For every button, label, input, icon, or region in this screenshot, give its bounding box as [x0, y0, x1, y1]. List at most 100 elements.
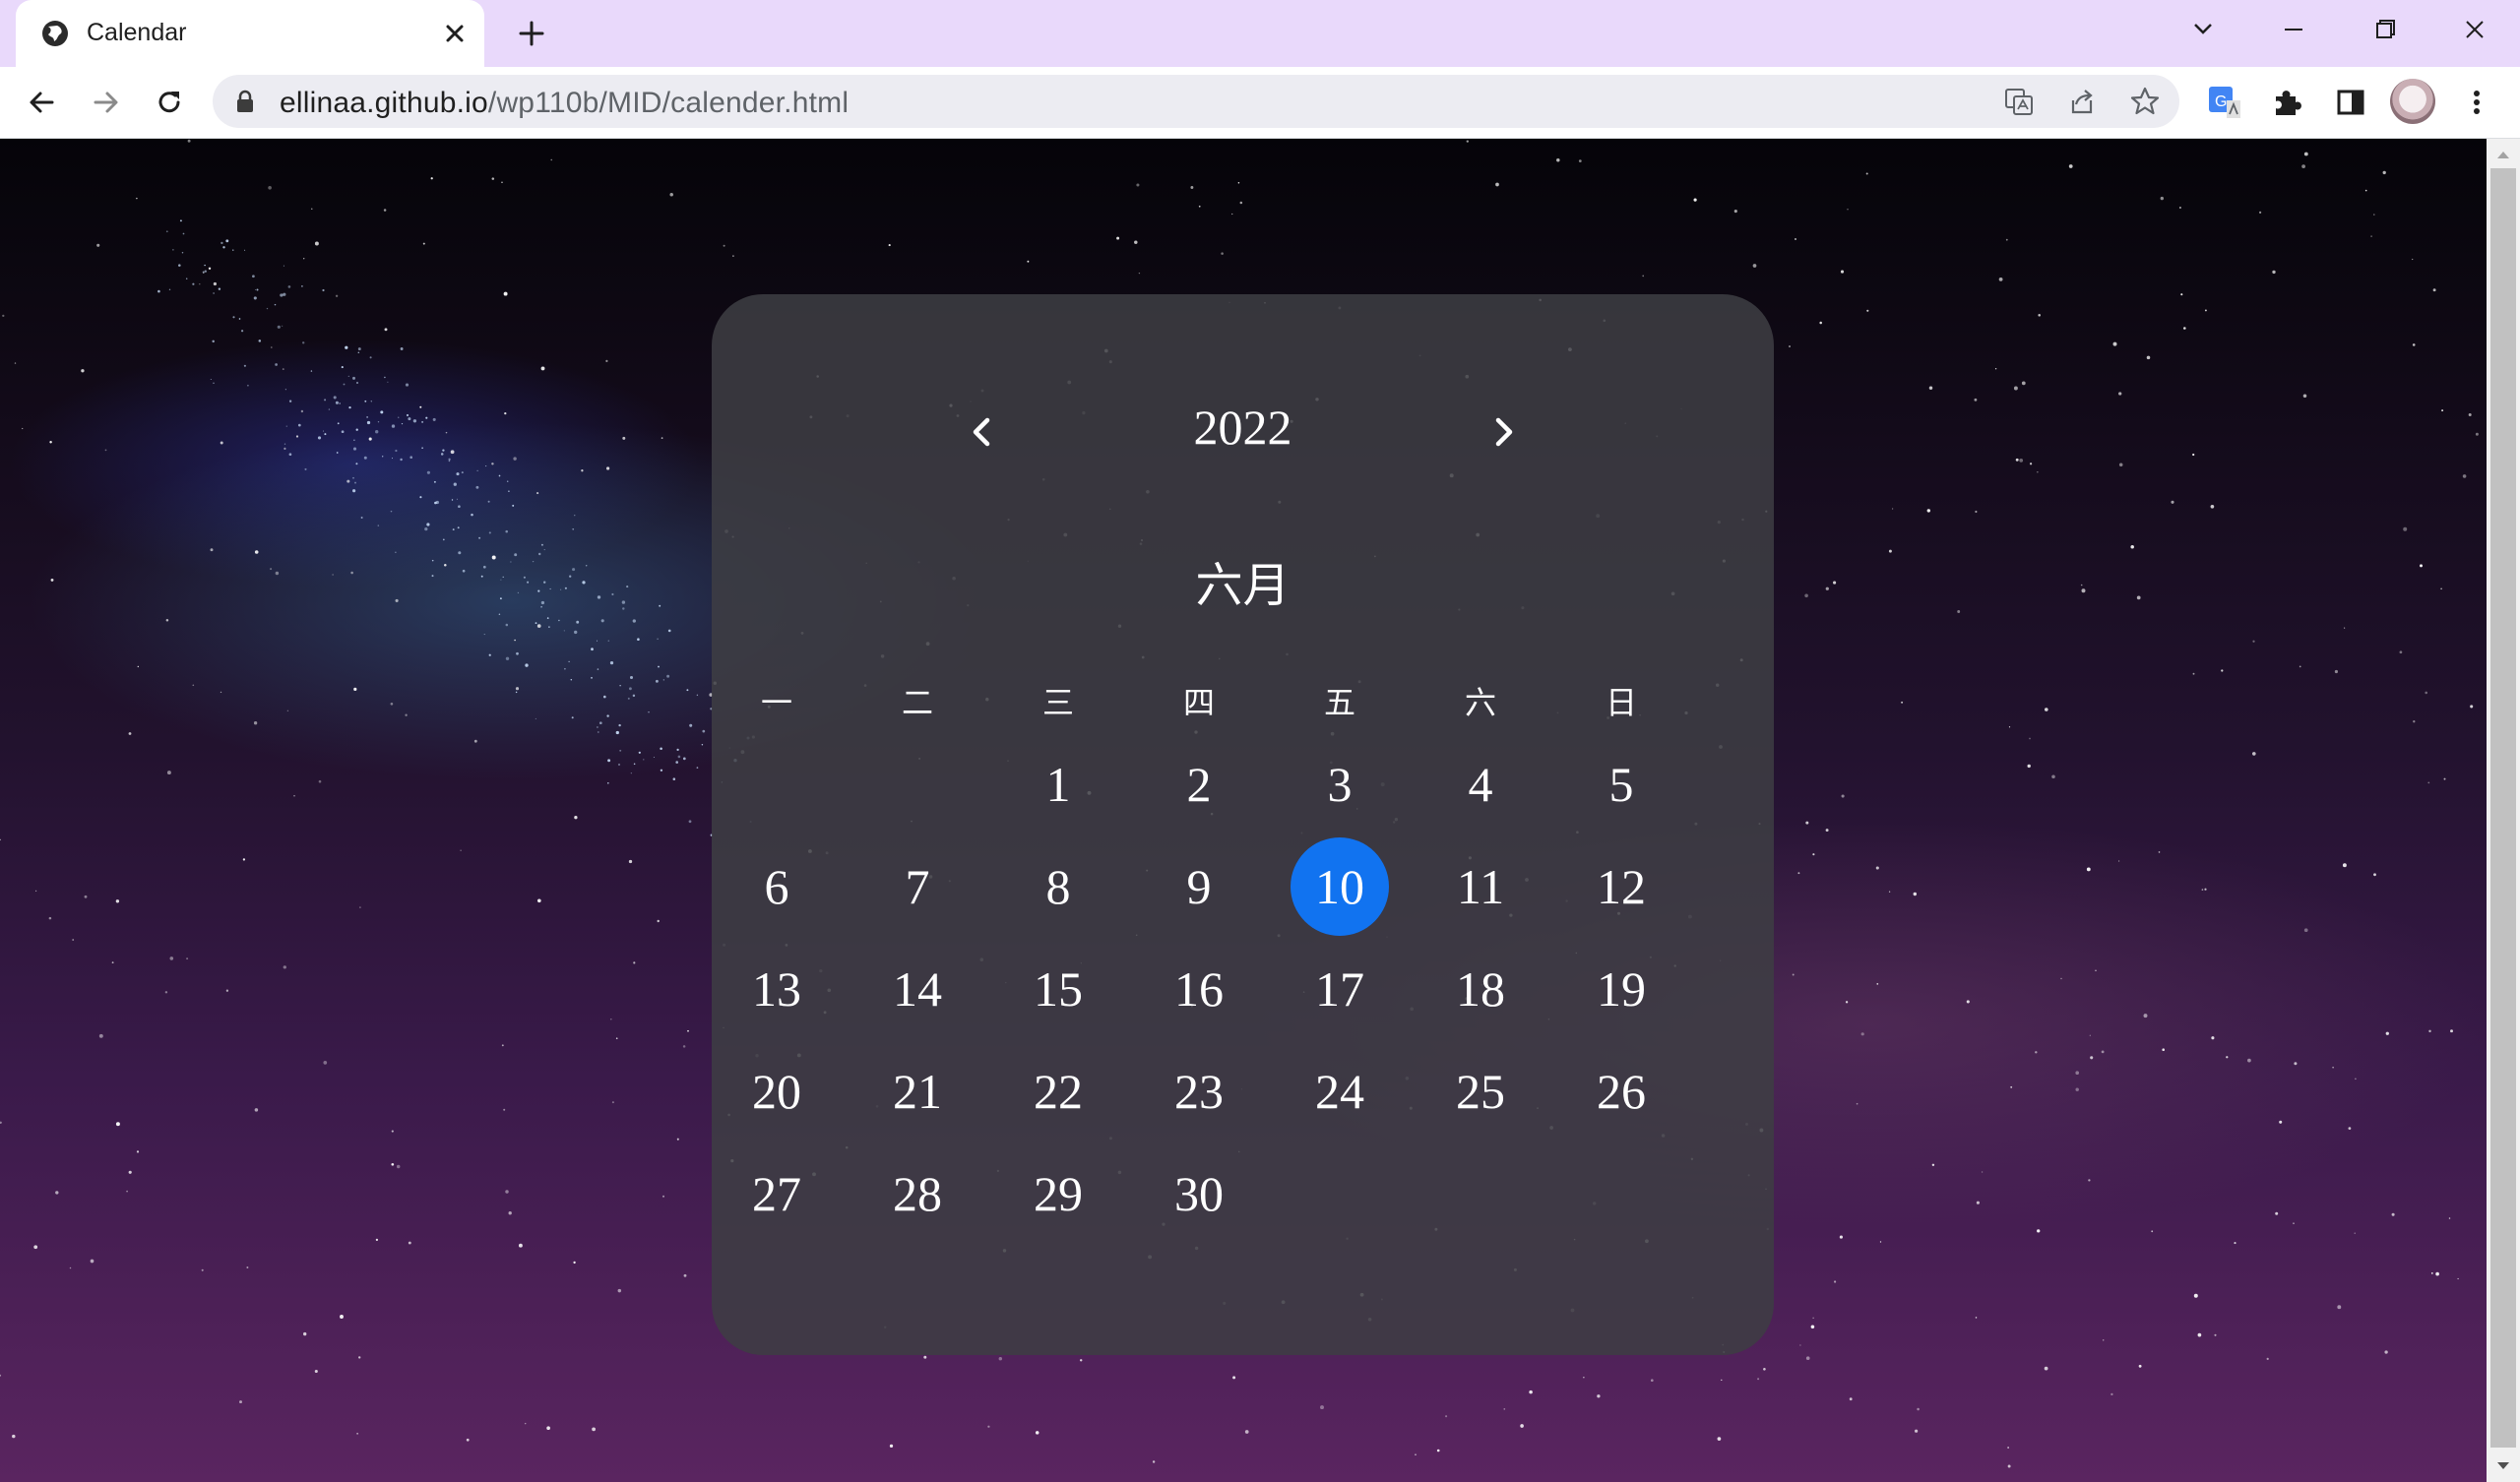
nebula-star-dot	[425, 416, 428, 419]
day-cell[interactable]: 8	[1009, 837, 1107, 936]
star-dot	[2211, 1036, 2215, 1040]
lock-icon[interactable]	[234, 90, 256, 113]
forward-icon[interactable]	[87, 83, 126, 122]
google-translate-extension-icon[interactable]: G	[2205, 83, 2244, 122]
day-cell[interactable]: 1	[1009, 735, 1107, 834]
scroll-down-arrow-icon[interactable]	[2495, 1460, 2511, 1472]
day-cell[interactable]: 9	[1150, 837, 1248, 936]
share-icon[interactable]	[2063, 83, 2101, 120]
star-dot	[1529, 1389, 1533, 1394]
nebula-star-dot	[401, 422, 404, 425]
nebula-star-dot	[400, 458, 403, 462]
extensions-puzzle-icon[interactable]	[2268, 83, 2307, 122]
day-cell[interactable]: 13	[727, 940, 826, 1038]
day-cell[interactable]: 12	[1572, 837, 1670, 936]
day-cell[interactable]: 29	[1009, 1144, 1107, 1243]
star-dot	[1244, 1430, 1249, 1434]
star-dot	[661, 437, 663, 439]
star-dot	[1221, 252, 1224, 255]
day-cell[interactable]: 25	[1431, 1042, 1530, 1141]
day-cell-selected[interactable]: 10	[1291, 837, 1389, 936]
star-dot	[186, 957, 189, 960]
bookmark-star-icon[interactable]	[2126, 83, 2164, 120]
nebula-star-dot	[192, 282, 195, 285]
day-cell[interactable]: 4	[1431, 735, 1530, 834]
vertical-scrollbar[interactable]	[2487, 139, 2520, 1482]
day-cell[interactable]: 5	[1572, 735, 1670, 834]
close-tab-icon[interactable]	[437, 16, 472, 51]
profile-avatar[interactable]	[2390, 79, 2435, 124]
nebula-star-dot	[158, 289, 160, 293]
star-dot	[104, 449, 107, 452]
translate-icon[interactable]	[2000, 83, 2038, 120]
day-cell[interactable]: 2	[1150, 735, 1248, 834]
star-dot	[323, 1061, 328, 1065]
browser-tab[interactable]: Calendar	[16, 0, 484, 67]
star-dot	[2075, 1071, 2079, 1075]
star-dot	[201, 1268, 204, 1271]
day-cell[interactable]: 18	[1431, 940, 1530, 1038]
nebula-star-dot	[419, 496, 422, 499]
star-dot	[187, 139, 191, 143]
day-cell[interactable]: 11	[1431, 837, 1530, 936]
day-cell[interactable]: 22	[1009, 1042, 1107, 1141]
day-cell[interactable]: 30	[1150, 1144, 1248, 1243]
day-cell[interactable]: 23	[1150, 1042, 1248, 1141]
restore-icon[interactable]	[2361, 10, 2408, 49]
star-dot	[1917, 1407, 1920, 1411]
address-bar[interactable]: ellinaa.github.io/wp110b/MID/calender.ht…	[213, 75, 2179, 128]
day-cell[interactable]: 17	[1291, 940, 1389, 1038]
star-dot	[503, 1108, 506, 1111]
more-menu-icon[interactable]	[2457, 83, 2496, 122]
side-panel-icon[interactable]	[2331, 83, 2370, 122]
nebula-star-dot	[431, 559, 434, 562]
nebula-star-dot	[345, 345, 348, 349]
day-cell[interactable]: 24	[1291, 1042, 1389, 1141]
star-dot	[2450, 1029, 2453, 1033]
day-cell[interactable]: 27	[727, 1144, 826, 1243]
nebula-star-dot	[352, 447, 357, 451]
day-cell[interactable]: 7	[868, 837, 967, 936]
nebula-star-dot	[333, 396, 337, 400]
day-cell[interactable]: 16	[1150, 940, 1248, 1038]
nebula-star-dot	[343, 383, 346, 386]
day-cell[interactable]: 14	[868, 940, 967, 1038]
star-dot	[473, 739, 477, 743]
nebula-star-dot	[512, 504, 515, 507]
back-icon[interactable]	[22, 83, 61, 122]
day-cell[interactable]: 20	[727, 1042, 826, 1141]
star-dot	[2382, 170, 2386, 175]
star-dot	[2355, 1078, 2357, 1081]
next-year-button[interactable]	[1474, 402, 1533, 462]
close-window-icon[interactable]	[2451, 10, 2498, 49]
star-dot	[128, 732, 132, 735]
nebula-star-dot	[591, 648, 594, 651]
day-cell[interactable]: 15	[1009, 940, 1107, 1038]
nebula-star-dot	[667, 629, 671, 633]
star-dot	[2332, 1066, 2334, 1069]
day-cell[interactable]: 3	[1291, 735, 1389, 834]
reload-icon[interactable]	[150, 83, 189, 122]
star-dot	[574, 816, 578, 820]
day-cell[interactable]: 21	[868, 1042, 967, 1141]
url-text[interactable]: ellinaa.github.io/wp110b/MID/calender.ht…	[280, 87, 849, 120]
tab-search-icon[interactable]	[2179, 10, 2227, 49]
nebula-star-dot	[458, 505, 461, 508]
day-cell[interactable]: 26	[1572, 1042, 1670, 1141]
scrollbar-thumb[interactable]	[2490, 168, 2516, 1448]
star-dot	[2448, 1217, 2451, 1219]
day-cell[interactable]: 6	[727, 837, 826, 936]
star-dot	[2008, 726, 2011, 728]
nebula-star-dot	[284, 443, 286, 445]
day-cell[interactable]: 19	[1572, 940, 1670, 1038]
star-dot	[295, 435, 299, 438]
star-dot	[318, 779, 322, 783]
day-cell[interactable]: 28	[868, 1144, 967, 1243]
svg-text:G: G	[2215, 93, 2227, 110]
star-dot	[1812, 1317, 1814, 1319]
new-tab-icon[interactable]	[512, 14, 551, 53]
minimize-icon[interactable]	[2270, 10, 2317, 49]
star-dot	[72, 939, 75, 941]
scroll-up-arrow-icon[interactable]	[2495, 149, 2511, 160]
star-dot	[2162, 1048, 2165, 1051]
